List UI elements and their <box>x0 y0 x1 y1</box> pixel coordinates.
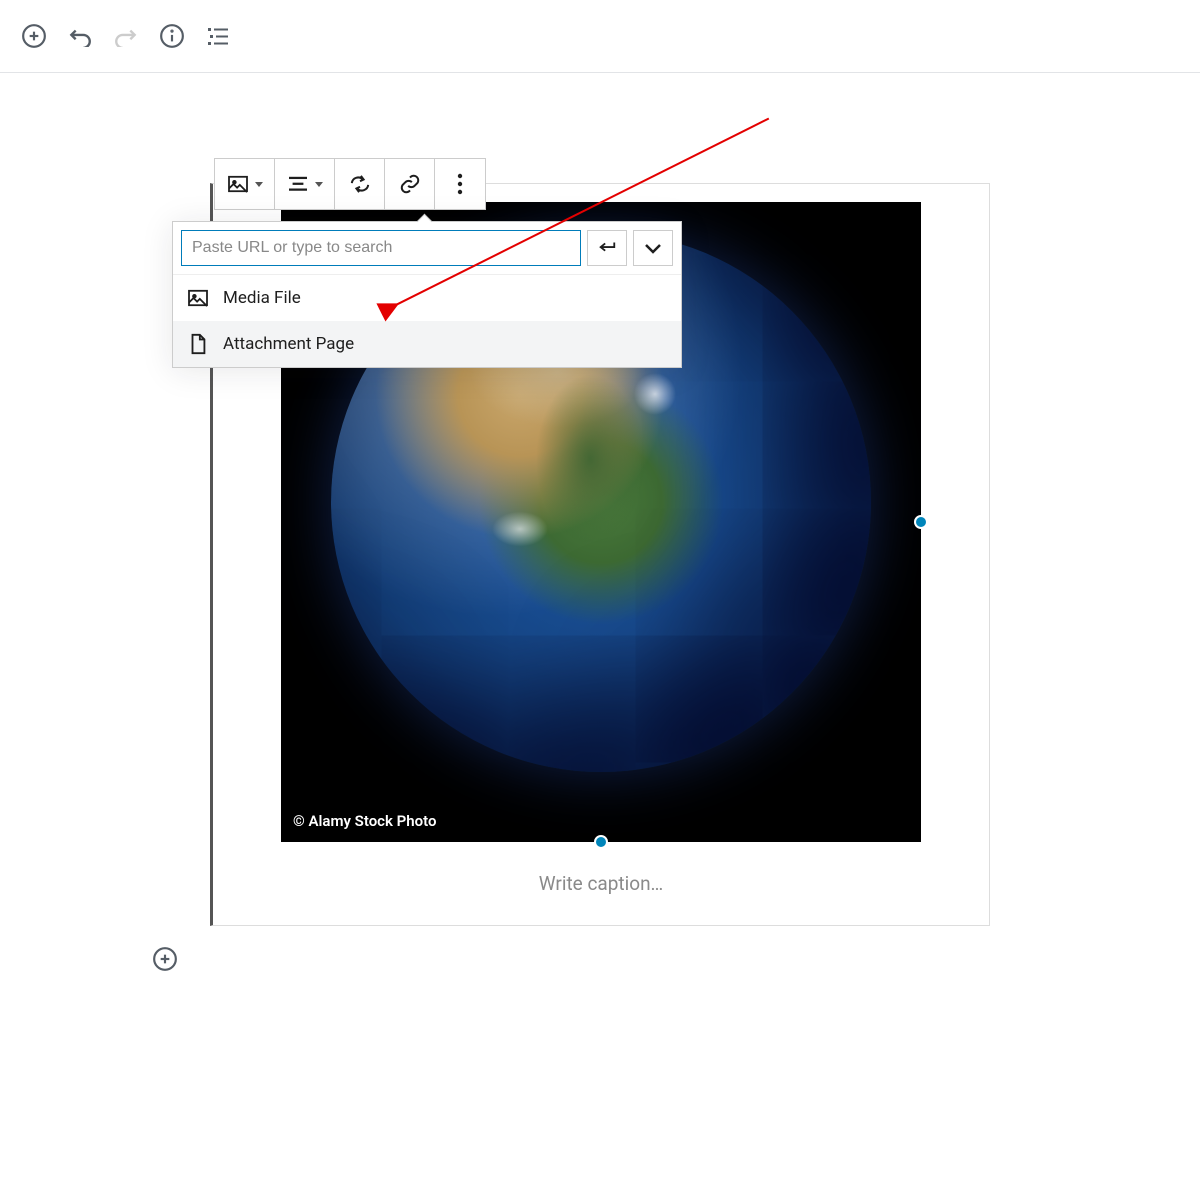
plus-circle-icon <box>21 23 47 49</box>
chevron-down-icon <box>255 182 263 187</box>
link-options-list: Media File Attachment Page <box>173 274 681 367</box>
submit-link-button[interactable] <box>587 230 627 266</box>
align-button[interactable] <box>275 159 335 209</box>
kebab-icon <box>457 173 463 195</box>
add-block-button[interactable] <box>20 22 48 50</box>
link-option-label: Attachment Page <box>223 334 354 354</box>
link-option-label: Media File <box>223 288 301 308</box>
resize-handle-bottom[interactable] <box>594 835 608 849</box>
align-center-icon <box>287 175 309 193</box>
link-url-input[interactable] <box>181 230 581 266</box>
undo-button[interactable] <box>66 22 94 50</box>
caption-input[interactable]: Write caption… <box>231 872 971 895</box>
replace-image-button[interactable] <box>335 159 385 209</box>
insert-link-button[interactable] <box>385 159 435 209</box>
redo-icon <box>113 25 139 47</box>
image-icon <box>187 287 209 309</box>
image-icon <box>227 175 249 193</box>
replace-icon <box>349 174 371 194</box>
editor-top-toolbar <box>0 0 1200 73</box>
return-icon <box>597 239 617 257</box>
chevron-down-icon <box>315 182 323 187</box>
more-options-button[interactable] <box>435 159 485 209</box>
editor-canvas: Media File Attachment Page © Alamy Stock… <box>210 183 990 974</box>
outline-icon <box>206 26 230 46</box>
block-navigation-button[interactable] <box>204 22 232 50</box>
link-icon <box>399 173 421 195</box>
undo-icon <box>67 25 93 47</box>
link-settings-toggle[interactable] <box>633 230 673 266</box>
chevron-down-icon <box>644 242 662 254</box>
redo-button <box>112 22 140 50</box>
link-input-row <box>173 222 681 274</box>
info-icon <box>159 23 185 49</box>
change-block-type-button[interactable] <box>215 159 275 209</box>
resize-handle-right[interactable] <box>914 515 928 529</box>
link-option-attachment-page[interactable]: Attachment Page <box>173 321 681 367</box>
link-popover: Media File Attachment Page <box>172 221 682 368</box>
add-block-inline-button[interactable] <box>152 946 180 974</box>
content-info-button[interactable] <box>158 22 186 50</box>
plus-circle-icon <box>152 946 178 972</box>
page-icon <box>187 333 209 355</box>
block-toolbar <box>214 158 486 210</box>
link-option-media-file[interactable]: Media File <box>173 275 681 321</box>
image-watermark: © Alamy Stock Photo <box>293 812 436 830</box>
